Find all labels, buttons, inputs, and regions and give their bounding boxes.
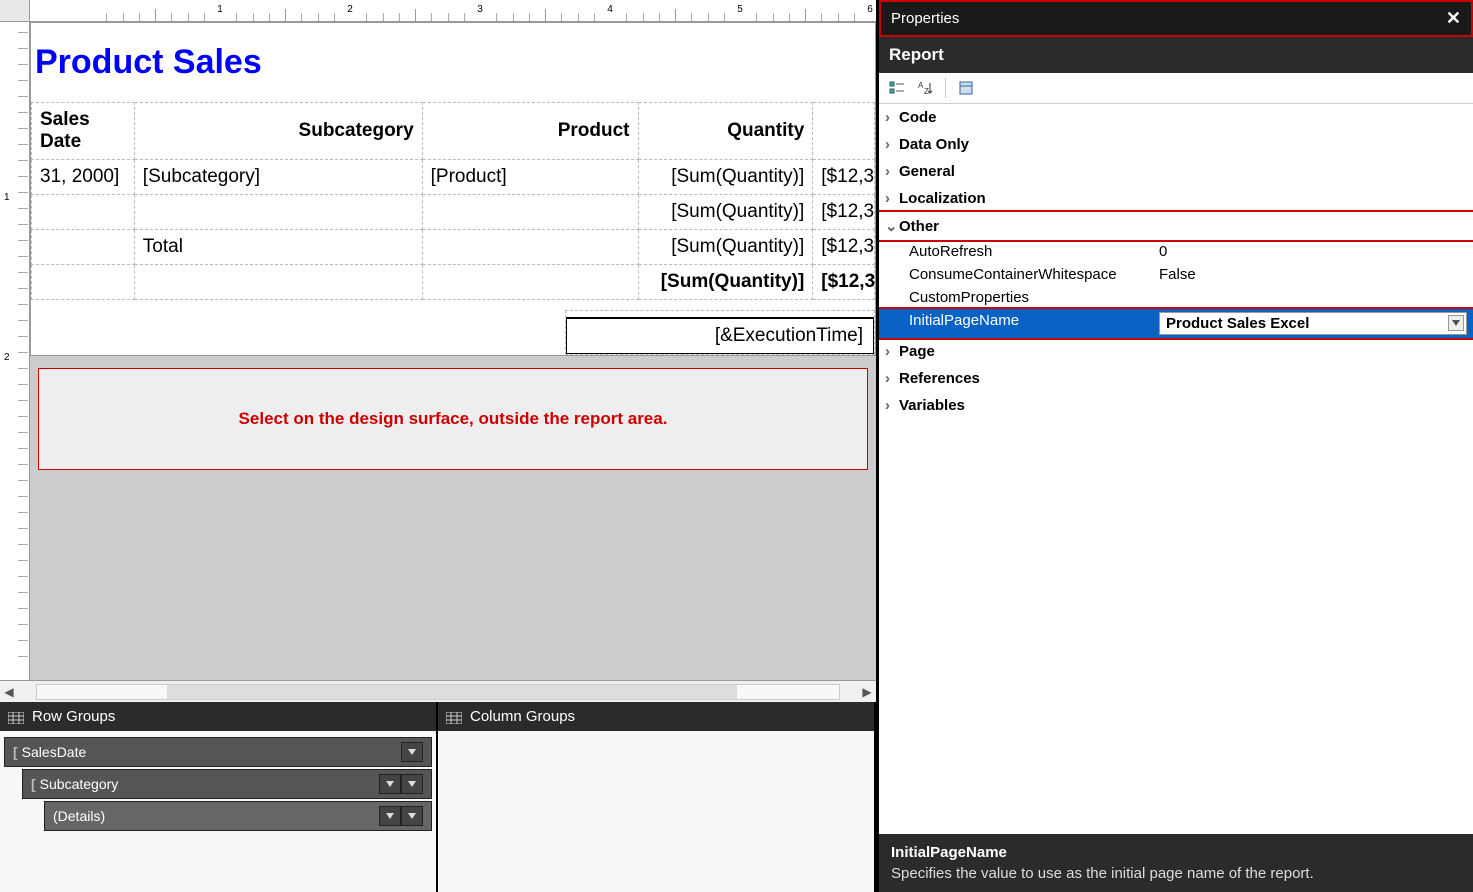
properties-title: Properties <box>891 10 959 27</box>
col-header-subcategory[interactable]: Subcategory <box>134 103 422 160</box>
design-hint: Select on the design surface, outside th… <box>38 368 868 470</box>
vertical-ruler: 12 <box>0 22 30 680</box>
scroll-left-arrow[interactable]: ◀ <box>0 685 18 699</box>
group-dropdown[interactable] <box>379 806 401 826</box>
cell-amount[interactable]: [$12,3 <box>813 195 875 230</box>
scroll-right-arrow[interactable]: ▶ <box>858 685 876 699</box>
column-groups-header: Column Groups <box>438 702 874 731</box>
table-icon <box>8 711 24 723</box>
property-pages-icon[interactable] <box>954 77 978 99</box>
category-page[interactable]: ›Page <box>879 338 1473 365</box>
close-icon[interactable]: ✕ <box>1446 8 1461 29</box>
column-groups-body[interactable] <box>438 731 874 892</box>
horizontal-scrollbar[interactable]: ◀ ▶ <box>0 680 876 702</box>
properties-toolbar: AZ <box>879 73 1473 104</box>
row-groups-label: Row Groups <box>32 708 115 725</box>
report-title[interactable]: Product Sales <box>31 23 875 102</box>
categorized-icon[interactable] <box>885 77 909 99</box>
row-group-details[interactable]: (Details) <box>44 801 432 831</box>
cell-subcategory[interactable]: [Subcategory] <box>134 160 422 195</box>
category-code[interactable]: ›Code <box>879 104 1473 131</box>
cell-salesdate[interactable]: 31, 2000] <box>32 160 135 195</box>
tablix[interactable]: Sales Date Subcategory Product Quantity … <box>31 102 875 300</box>
row-groups-header: Row Groups <box>0 702 436 731</box>
col-header-quantity[interactable]: Quantity <box>638 103 813 160</box>
row-group-salesdate[interactable]: [SalesDate <box>4 737 432 767</box>
dropdown-icon[interactable] <box>1448 315 1464 331</box>
cell-quantity[interactable]: [Sum(Quantity)] <box>638 160 813 195</box>
prop-initialpagename[interactable]: InitialPageName Product Sales Excel <box>879 309 1473 338</box>
cell-amount-total[interactable]: [$12,3 <box>813 265 875 300</box>
execution-time-textbox[interactable]: [&ExecutionTime] <box>566 317 874 354</box>
design-surface[interactable]: Product Sales Sales Date Subcategory Pro… <box>30 22 876 680</box>
cell-amount[interactable]: [$12,3 <box>813 230 875 265</box>
cell-quantity[interactable]: [Sum(Quantity)] <box>638 195 813 230</box>
cell-product[interactable]: [Product] <box>422 160 638 195</box>
category-variables[interactable]: ›Variables <box>879 392 1473 419</box>
cell-quantity[interactable]: [Sum(Quantity)] <box>638 230 813 265</box>
initialpagename-input[interactable]: Product Sales Excel <box>1159 312 1467 335</box>
category-localization[interactable]: ›Localization <box>879 185 1473 212</box>
selected-object-name[interactable]: Report <box>879 37 1473 73</box>
properties-panel-header: Properties ✕ <box>879 0 1473 37</box>
prop-consumewhitespace[interactable]: ConsumeContainerWhitespace False <box>879 263 1473 286</box>
prop-autorefresh[interactable]: AutoRefresh 0 <box>879 240 1473 263</box>
horizontal-ruler: 123456 <box>0 0 876 22</box>
row-group-subcategory[interactable]: [Subcategory <box>22 769 432 799</box>
cell-quantity-total[interactable]: [Sum(Quantity)] <box>638 265 813 300</box>
prop-customproperties[interactable]: CustomProperties <box>879 286 1473 309</box>
column-groups-label: Column Groups <box>470 708 575 725</box>
col-header-amount[interactable] <box>813 103 875 160</box>
category-general[interactable]: ›General <box>879 158 1473 185</box>
group-dropdown[interactable] <box>401 774 423 794</box>
col-header-salesdate[interactable]: Sales Date <box>32 103 135 160</box>
table-icon <box>446 711 462 723</box>
col-header-product[interactable]: Product <box>422 103 638 160</box>
property-description: InitialPageName Specifies the value to u… <box>879 834 1473 892</box>
group-dropdown[interactable] <box>379 774 401 794</box>
alphabetical-icon[interactable]: AZ <box>913 77 937 99</box>
category-dataonly[interactable]: ›Data Only <box>879 131 1473 158</box>
category-references[interactable]: ›References <box>879 365 1473 392</box>
group-dropdown[interactable] <box>401 742 423 762</box>
category-other[interactable]: ⌄Other <box>879 212 1473 240</box>
cell-total-label[interactable]: Total <box>134 230 422 265</box>
property-grid[interactable]: ›Code ›Data Only ›General ›Localization … <box>879 104 1473 834</box>
cell-amount[interactable]: [$12,3 <box>813 160 875 195</box>
group-dropdown[interactable] <box>401 806 423 826</box>
scroll-thumb[interactable] <box>167 685 737 699</box>
